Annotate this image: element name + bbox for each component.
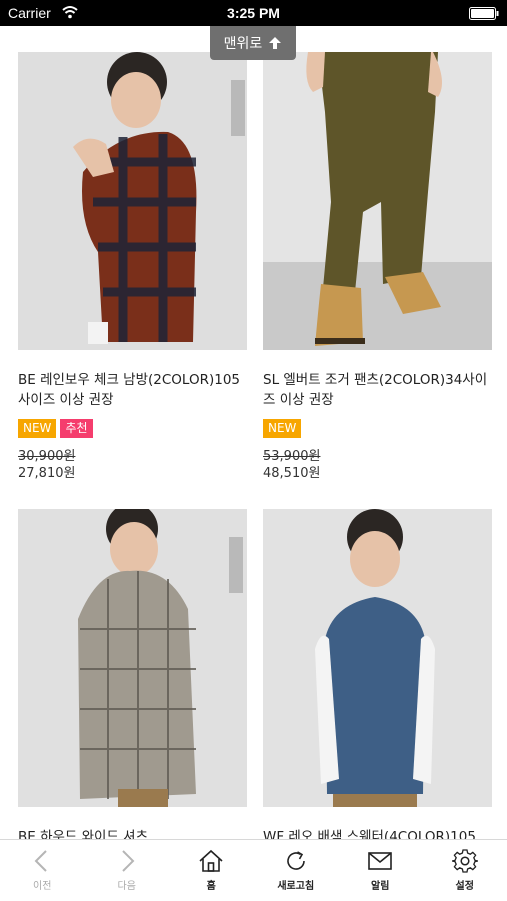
sale-price: 27,810원 (18, 462, 75, 481)
status-bar: Carrier 3:25 PM (0, 0, 507, 26)
sale-price: 48,510원 (263, 462, 320, 481)
product-image[interactable] (263, 52, 492, 350)
badge-new: NEW (263, 419, 301, 438)
settings-label: 설정 (456, 877, 474, 892)
refresh-icon (283, 848, 309, 874)
home-button[interactable]: 홈 (169, 840, 254, 901)
scroll-to-top-label: 맨위로 (224, 33, 263, 53)
refresh-button[interactable]: 새로고침 (254, 840, 339, 901)
forward-button[interactable]: 다음 (85, 840, 170, 901)
home-label: 홈 (207, 877, 216, 892)
back-label: 이전 (33, 877, 51, 892)
battery-icon (469, 7, 499, 20)
forward-label: 다음 (118, 877, 136, 892)
badge-group: NEW (263, 419, 301, 438)
scroll-to-top-button[interactable]: 맨위로 (210, 26, 296, 60)
chevron-left-icon (29, 848, 55, 874)
product-image[interactable] (18, 509, 247, 807)
bottom-toolbar: 이전 다음 홈 새로고침 알림 설정 (0, 839, 507, 901)
chevron-right-icon (114, 848, 140, 874)
refresh-label: 새로고침 (277, 877, 314, 892)
badge-new: NEW (18, 419, 56, 438)
arrow-up-icon (268, 36, 282, 50)
product-image[interactable] (18, 52, 247, 350)
badge-recommend: 추천 (60, 419, 92, 438)
product-name[interactable]: BE 레인보우 체크 남방(2COLOR)105사이즈 이상 권장 (18, 370, 247, 410)
mail-icon (367, 848, 393, 874)
notification-button[interactable]: 알림 (338, 840, 423, 901)
product-name[interactable]: SL 엘버트 조거 팬츠(2COLOR)34사이즈 이상 권장 (263, 370, 492, 410)
notification-label: 알림 (371, 877, 389, 892)
clock: 3:25 PM (0, 5, 507, 21)
product-image[interactable] (263, 509, 492, 807)
home-icon (198, 848, 224, 874)
gear-icon (452, 848, 478, 874)
back-button[interactable]: 이전 (0, 840, 85, 901)
badge-group: NEW 추천 (18, 419, 93, 438)
settings-button[interactable]: 설정 (423, 840, 507, 901)
